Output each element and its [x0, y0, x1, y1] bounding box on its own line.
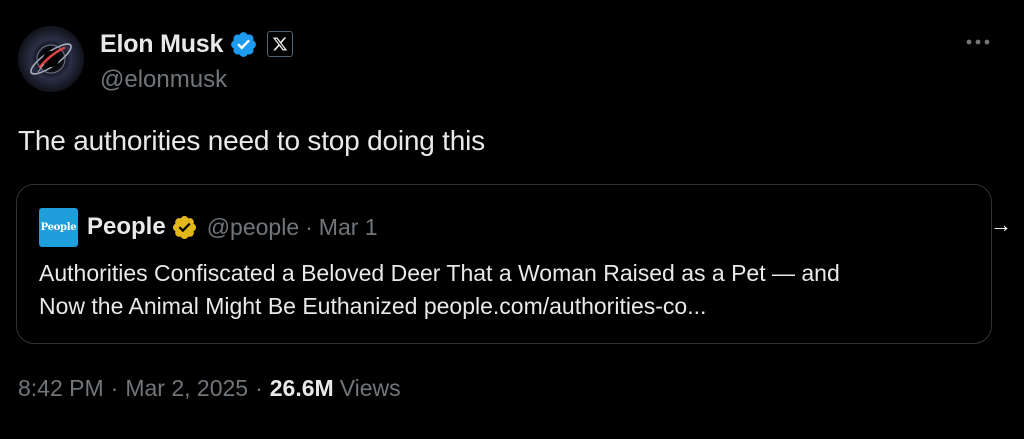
arrow-right-icon[interactable]: →	[988, 213, 1014, 237]
author-display-name[interactable]: Elon Musk	[100, 30, 223, 59]
avatar-image	[18, 26, 84, 92]
quoted-post-header: People People @people · Mar 1	[39, 207, 378, 247]
quoted-author-handle[interactable]: @people	[207, 214, 299, 241]
people-avatar[interactable]: People	[39, 207, 78, 247]
meta-separator-2: ·	[255, 375, 263, 401]
more-horizontal-icon	[966, 39, 990, 45]
post-time[interactable]: 8:42 PM	[18, 375, 104, 402]
quoted-post-date[interactable]: Mar 1	[319, 214, 378, 241]
quoted-separator: ·	[305, 213, 313, 240]
quoted-author-name[interactable]: People	[87, 213, 166, 241]
views-label: Views	[339, 375, 401, 401]
post-metadata: 8:42 PM · Mar 2, 2025 · 26.6M Views	[18, 375, 401, 402]
verified-badge-icon[interactable]	[229, 30, 258, 59]
more-options-button[interactable]	[958, 30, 998, 54]
post-date[interactable]: Mar 2, 2025	[125, 375, 248, 402]
author-handle[interactable]: @elonmusk	[100, 66, 227, 94]
post-text: The authorities need to stop doing this	[18, 125, 485, 156]
author-name-row: Elon Musk	[100, 28, 294, 60]
quoted-post-line-1: Authorities Confiscated a Beloved Deer T…	[39, 260, 840, 286]
meta-separator-1: ·	[110, 375, 119, 401]
avatar[interactable]	[18, 26, 84, 92]
quoted-post-card[interactable]: People People @people · Mar 1 Authoritie…	[16, 184, 992, 344]
x-logo-icon[interactable]	[267, 31, 294, 57]
views-count[interactable]: 26.6M	[270, 375, 334, 402]
tweet: Elon Musk @elonmusk The authorities need…	[0, 0, 1024, 439]
quoted-post-text: Authorities Confiscated a Beloved Deer T…	[39, 257, 979, 323]
gold-verified-badge-icon[interactable]	[171, 214, 198, 241]
quoted-post-line-2: Now the Animal Might Be Euthanized peopl…	[39, 293, 707, 319]
people-logo-text: People	[40, 221, 77, 233]
